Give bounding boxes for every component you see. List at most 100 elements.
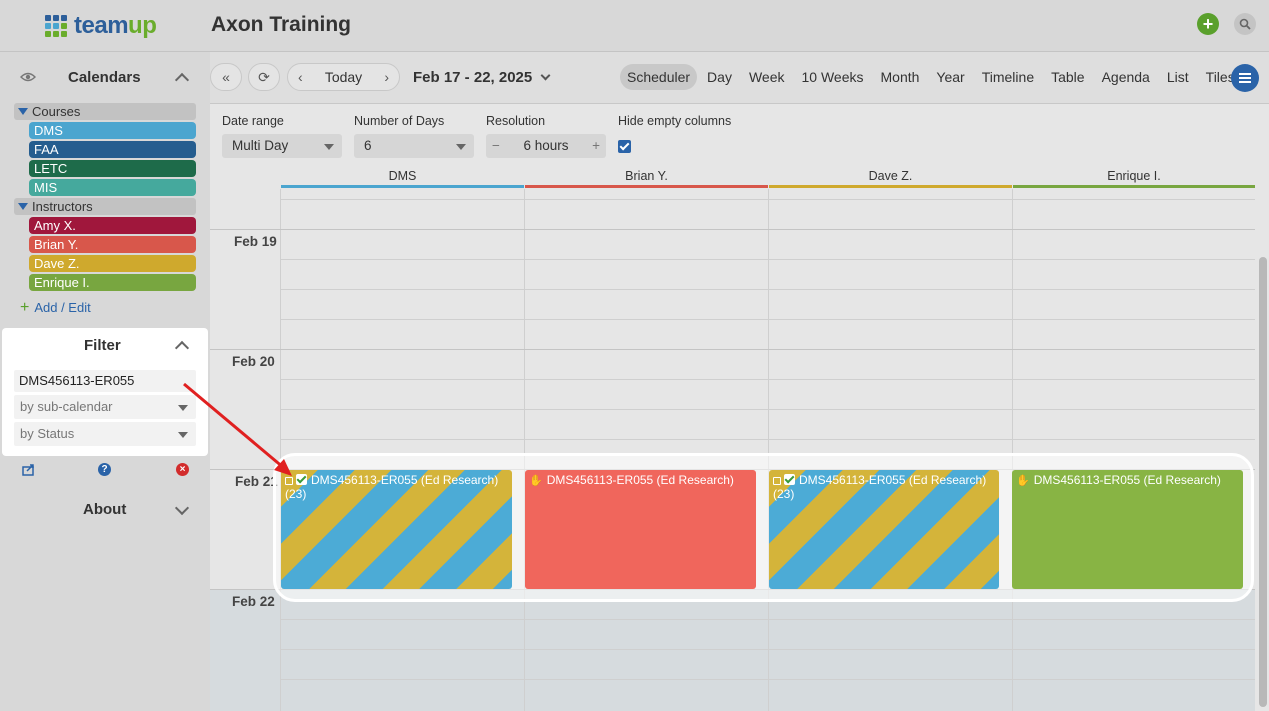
minus-icon[interactable]: − — [492, 134, 500, 158]
plus-icon: + — [1202, 14, 1214, 34]
about-title: About — [83, 500, 127, 518]
logo[interactable]: teamup — [45, 12, 157, 40]
group-label: Instructors — [32, 199, 93, 214]
tab-agenda[interactable]: Agenda — [1095, 64, 1157, 90]
refresh-button[interactable]: ⟳ — [248, 63, 280, 91]
collapse-icon[interactable] — [174, 340, 190, 356]
select-value: Multi Day — [232, 138, 289, 153]
calendar-label: Brian Y. — [34, 237, 79, 252]
filter-header[interactable]: Filter — [0, 320, 210, 370]
clear-filter-icon[interactable]: × — [176, 463, 189, 476]
tab-scheduler[interactable]: Scheduler — [620, 64, 698, 90]
grid-line — [280, 259, 1255, 260]
day-label: Feb 21 — [235, 474, 278, 489]
calendar-label: DMS — [34, 123, 63, 138]
select-value: 6 — [364, 138, 372, 153]
chevron-right-icon[interactable]: › — [384, 69, 389, 85]
calendar-item-brian[interactable]: Brian Y. — [29, 236, 196, 253]
calendars-title: Calendars — [68, 68, 141, 86]
grid-line — [280, 289, 1255, 290]
calendar-item-mis[interactable]: MIS — [29, 179, 196, 196]
event-enrique[interactable]: ✋ DMS456113-ER055 (Ed Research) — [1012, 470, 1243, 589]
group-courses[interactable]: Courses — [14, 103, 196, 120]
expand-icon[interactable] — [174, 500, 190, 516]
calendar-item-letc[interactable]: LETC — [29, 160, 196, 177]
event-count: (23) — [773, 487, 795, 501]
day-divider — [210, 349, 1255, 350]
column-color-bar — [525, 185, 768, 188]
select-placeholder: by sub-calendar — [20, 399, 113, 414]
hide-empty-columns-checkbox[interactable] — [618, 140, 631, 153]
tab-year[interactable]: Year — [929, 64, 971, 90]
scrollbar[interactable] — [1259, 257, 1267, 707]
select-placeholder: by Status — [20, 426, 75, 441]
date-range-picker[interactable]: Feb 17 - 22, 2025 — [413, 69, 551, 86]
tab-day[interactable]: Day — [700, 64, 739, 90]
number-of-days-select[interactable]: 6 — [354, 134, 474, 158]
tab-timeline[interactable]: Timeline — [975, 64, 1041, 90]
about-header[interactable]: About — [0, 484, 210, 534]
share-icon[interactable] — [22, 463, 35, 476]
calendar-title: Axon Training — [211, 13, 352, 36]
triangle-down-icon — [18, 203, 28, 210]
event-brian[interactable]: ✋ DMS456113-ER055 (Ed Research) — [525, 470, 756, 589]
dropdown-icon — [178, 405, 188, 411]
day-label: Feb 22 — [232, 594, 275, 609]
tab-table[interactable]: Table — [1044, 64, 1091, 90]
resolution-label: Resolution — [486, 114, 546, 128]
calendar-item-amy[interactable]: Amy X. — [29, 217, 196, 234]
filter-search-input[interactable]: DMS456113-ER055 — [14, 370, 196, 392]
view-tabs: Scheduler Day Week 10 Weeks Month Year T… — [620, 64, 1245, 90]
filter-title: Filter — [84, 336, 121, 354]
calendars-header[interactable]: Calendars — [0, 52, 210, 102]
event-title: DMS456113-ER055 (Ed Research) — [311, 473, 499, 487]
calendar-item-dave[interactable]: Dave Z. — [29, 255, 196, 272]
plus-icon[interactable]: + — [592, 134, 600, 158]
filter-panel: Filter DMS456113-ER055 by sub-calendar b… — [2, 328, 208, 456]
calendar-item-faa[interactable]: FAA — [29, 141, 196, 158]
calendar-item-enrique[interactable]: Enrique I. — [29, 274, 196, 291]
chevron-left-icon[interactable]: ‹ — [298, 69, 303, 85]
hand-icon: ✋ — [529, 475, 543, 487]
tab-list[interactable]: List — [1160, 64, 1196, 90]
event-dms[interactable]: DMS456113-ER055 (Ed Research) (23) — [281, 470, 512, 589]
plus-icon: + — [20, 299, 30, 316]
eye-icon[interactable] — [20, 72, 36, 82]
search-button[interactable] — [1234, 13, 1256, 35]
menu-button[interactable] — [1231, 64, 1259, 92]
date-range-select[interactable]: Multi Day — [222, 134, 342, 158]
calendar-label: MIS — [34, 180, 58, 195]
tab-10-weeks[interactable]: 10 Weeks — [795, 64, 871, 90]
help-icon[interactable]: ? — [98, 463, 111, 476]
column-color-bar — [281, 185, 524, 188]
subcalendar-filter-select[interactable]: by sub-calendar — [14, 395, 196, 419]
refresh-icon: ⟳ — [258, 68, 270, 85]
collapse-icon[interactable] — [174, 72, 190, 88]
tab-month[interactable]: Month — [874, 64, 927, 90]
calendar-label: FAA — [34, 142, 59, 157]
status-filter-select[interactable]: by Status — [14, 422, 196, 446]
event-count: (23) — [285, 487, 307, 501]
day-label: Feb 19 — [234, 234, 277, 249]
scheduler-grid: DMS Brian Y. Dave Z. Enrique I. Feb 19 F… — [210, 165, 1255, 711]
top-bar: teamup Axon Training + — [0, 0, 1269, 52]
add-edit-link[interactable]: + Add / Edit — [20, 299, 91, 317]
hide-empty-columns-label: Hide empty columns — [618, 114, 732, 128]
back-far-button[interactable]: « — [210, 63, 242, 91]
add-event-button[interactable]: + — [1197, 13, 1219, 35]
date-nav: ‹ Today › — [287, 63, 400, 91]
event-title: DMS456113-ER055 (Ed Research) — [1033, 473, 1221, 487]
grid-line — [280, 379, 1255, 380]
triangle-down-icon — [18, 108, 28, 115]
tab-week[interactable]: Week — [742, 64, 792, 90]
calendar-label: Dave Z. — [34, 256, 80, 271]
dropdown-icon — [178, 432, 188, 438]
grid-line — [280, 679, 1255, 680]
toolbar: « ⟳ ‹ Today › Feb 17 - 22, 2025 Schedule… — [210, 52, 1269, 104]
event-dave[interactable]: DMS456113-ER055 (Ed Research) (23) — [769, 470, 999, 589]
grid-line — [280, 439, 1255, 440]
chevron-down-icon — [540, 70, 551, 81]
group-instructors[interactable]: Instructors — [14, 198, 196, 215]
calendar-item-dms[interactable]: DMS — [29, 122, 196, 139]
today-button[interactable]: Today — [325, 69, 362, 85]
